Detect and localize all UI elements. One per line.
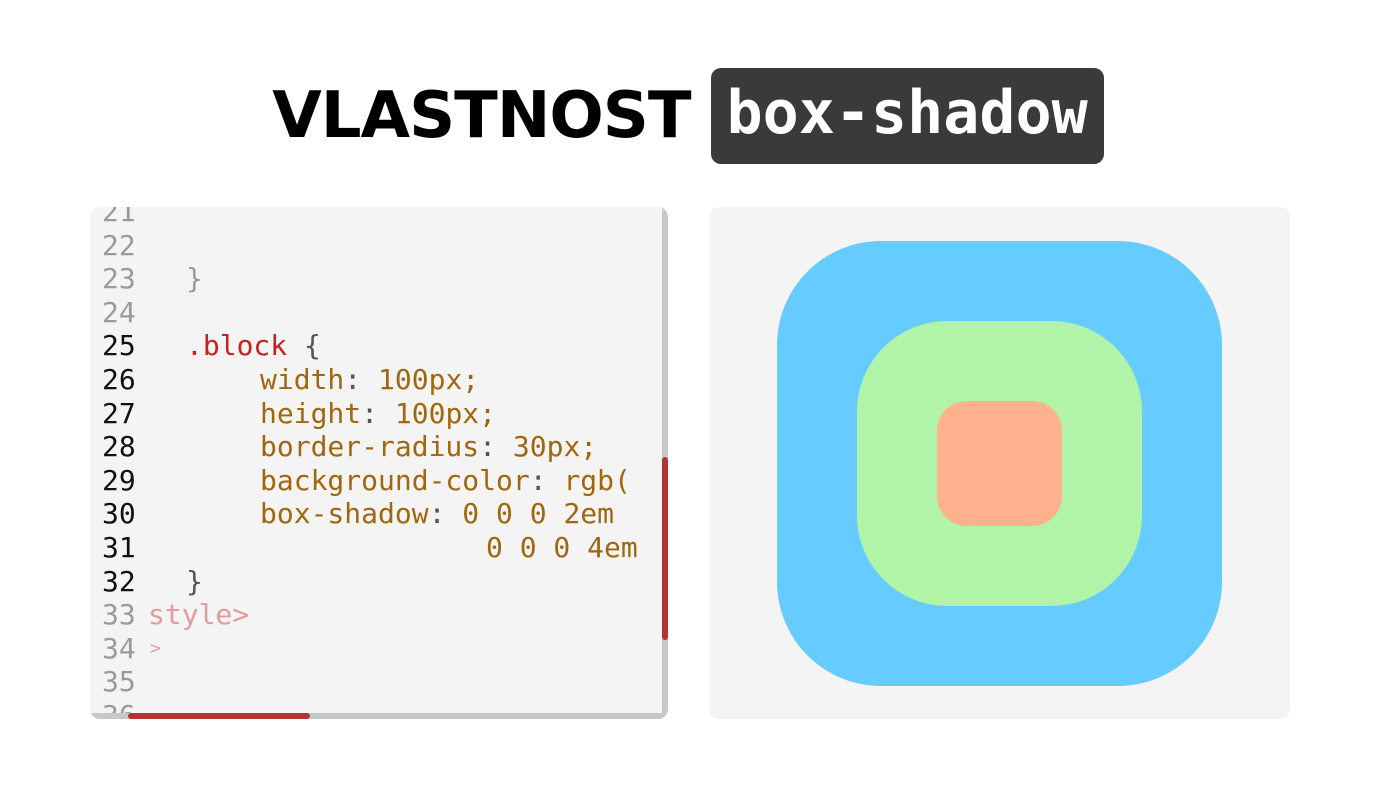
open-brace: { [304,329,321,363]
line-number: 22 [102,228,136,262]
code-line-declaration: height: 100px; [260,396,497,430]
code-editor[interactable]: 21 22 23 } 24 25 .block { 26 width: 100p… [90,207,668,719]
line-number: 31 [102,531,136,564]
line-number: 26 [102,363,136,396]
code-line-declaration: border-radius: 30px; [260,430,598,464]
title-code-badge: box-shadow [710,67,1104,164]
css-value: 0 0 0 4em [486,531,638,564]
render-preview [709,207,1290,719]
code-line-declaration: background-color: rgb( [260,463,631,497]
line-number: 21 [102,207,136,228]
css-property: border-radius [260,430,480,464]
css-selector: .block [186,329,288,363]
css-property: height [260,396,362,430]
page-title: VLASTNOST box-shadow [0,67,1376,164]
css-value: 100px; [394,396,497,430]
html-tag: > [150,637,161,659]
horizontal-scrollbar-thumb[interactable] [128,713,310,719]
title-word: VLASTNOST [272,78,691,153]
line-number: 30 [102,497,136,531]
css-property: background-color [260,463,530,497]
horizontal-scrollbar[interactable] [90,713,668,719]
line-number: 23 [102,262,136,296]
line-number: 35 [102,665,136,699]
line-number: 33 [102,598,136,632]
line-number: 29 [102,463,136,497]
line-number: 25 [102,329,136,363]
css-property: width [260,363,345,396]
code-text: } [186,262,203,296]
css-value: rgb( [563,463,631,497]
vertical-scrollbar-thumb[interactable] [662,457,668,640]
line-number: 24 [102,295,136,329]
shadow-demo-block [937,401,1062,526]
close-brace: } [186,564,203,598]
line-number: 28 [102,430,136,464]
css-value: 30px; [512,430,598,464]
line-number: 27 [102,396,136,430]
code-line-selector: .block { [186,329,321,363]
code-line-declaration: box-shadow: 0 0 0 2em [260,497,615,531]
html-tag: style> [148,598,250,632]
line-number: 34 [102,631,136,665]
line-number: 32 [102,564,136,598]
css-value: 100px; [378,363,480,396]
code-line-declaration: width: 100px; [260,363,480,396]
css-property: box-shadow [260,497,429,531]
css-value: 0 0 0 2em [462,497,615,531]
vertical-scrollbar[interactable] [662,207,668,719]
